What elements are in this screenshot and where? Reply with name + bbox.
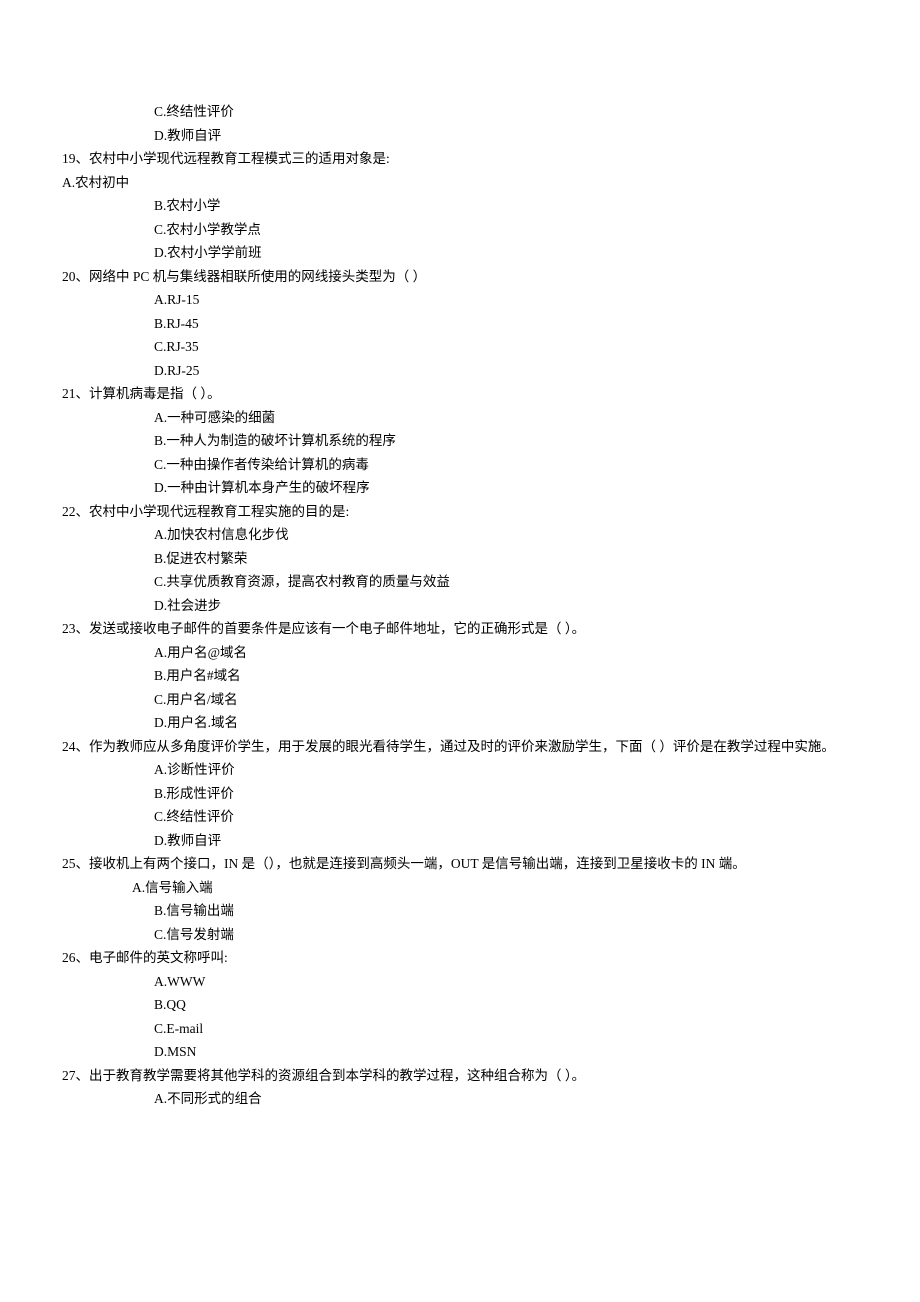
- option-line: D.教师自评: [62, 829, 858, 853]
- option-line: B.QQ: [62, 993, 858, 1017]
- question-line: 20、网络中 PC 机与集线器相联所使用的网线接头类型为（ ）: [62, 265, 858, 289]
- option-line: D.一种由计算机本身产生的破坏程序: [62, 476, 858, 500]
- option-line: B.信号输出端: [62, 899, 858, 923]
- option-line: C.终结性评价: [62, 100, 858, 124]
- question-line: 22、农村中小学现代远程教育工程实施的目的是:: [62, 500, 858, 524]
- option-line: D.RJ-25: [62, 359, 858, 383]
- question-line: 24、作为教师应从多角度评价学生，用于发展的眼光看待学生，通过及时的评价来激励学…: [62, 735, 858, 759]
- option-line: C.用户名/域名: [62, 688, 858, 712]
- option-line: B.RJ-45: [62, 312, 858, 336]
- option-line: D.社会进步: [62, 594, 858, 618]
- option-line: C.终结性评价: [62, 805, 858, 829]
- option-line: D.农村小学学前班: [62, 241, 858, 265]
- option-line: B.促进农村繁荣: [62, 547, 858, 571]
- option-line: B.用户名#域名: [62, 664, 858, 688]
- option-line: A.不同形式的组合: [62, 1087, 858, 1111]
- option-line: D.用户名.域名: [62, 711, 858, 735]
- option-line: D.教师自评: [62, 124, 858, 148]
- option-line: A.WWW: [62, 970, 858, 994]
- option-line: B.形成性评价: [62, 782, 858, 806]
- option-line: A.信号输入端: [62, 876, 858, 900]
- question-line: 25、接收机上有两个接口，IN 是（），也就是连接到高频头一端，OUT 是信号输…: [62, 852, 858, 876]
- question-line: 27、出于教育教学需要将其他学科的资源组合到本学科的教学过程，这种组合称为（ ）…: [62, 1064, 858, 1088]
- option-line: A.一种可感染的细菌: [62, 406, 858, 430]
- option-line: B.农村小学: [62, 194, 858, 218]
- option-line: A.诊断性评价: [62, 758, 858, 782]
- question-line: 26、电子邮件的英文称呼叫:: [62, 946, 858, 970]
- document-body: C.终结性评价D.教师自评19、农村中小学现代远程教育工程模式三的适用对象是:A…: [62, 100, 858, 1111]
- question-line: 23、发送或接收电子邮件的首要条件是应该有一个电子邮件地址，它的正确形式是（ ）…: [62, 617, 858, 641]
- option-line: C.RJ-35: [62, 335, 858, 359]
- option-line: A.用户名@域名: [62, 641, 858, 665]
- question-line: 21、计算机病毒是指（ ）。: [62, 382, 858, 406]
- option-line: A.加快农村信息化步伐: [62, 523, 858, 547]
- option-line: B.一种人为制造的破坏计算机系统的程序: [62, 429, 858, 453]
- option-line: C.一种由操作者传染给计算机的病毒: [62, 453, 858, 477]
- option-line: C.农村小学教学点: [62, 218, 858, 242]
- question-line: A.农村初中: [62, 171, 858, 195]
- question-line: 19、农村中小学现代远程教育工程模式三的适用对象是:: [62, 147, 858, 171]
- option-line: A.RJ-15: [62, 288, 858, 312]
- option-line: C.E-mail: [62, 1017, 858, 1041]
- option-line: C.共享优质教育资源，提高农村教育的质量与效益: [62, 570, 858, 594]
- option-line: D.MSN: [62, 1040, 858, 1064]
- option-line: C.信号发射端: [62, 923, 858, 947]
